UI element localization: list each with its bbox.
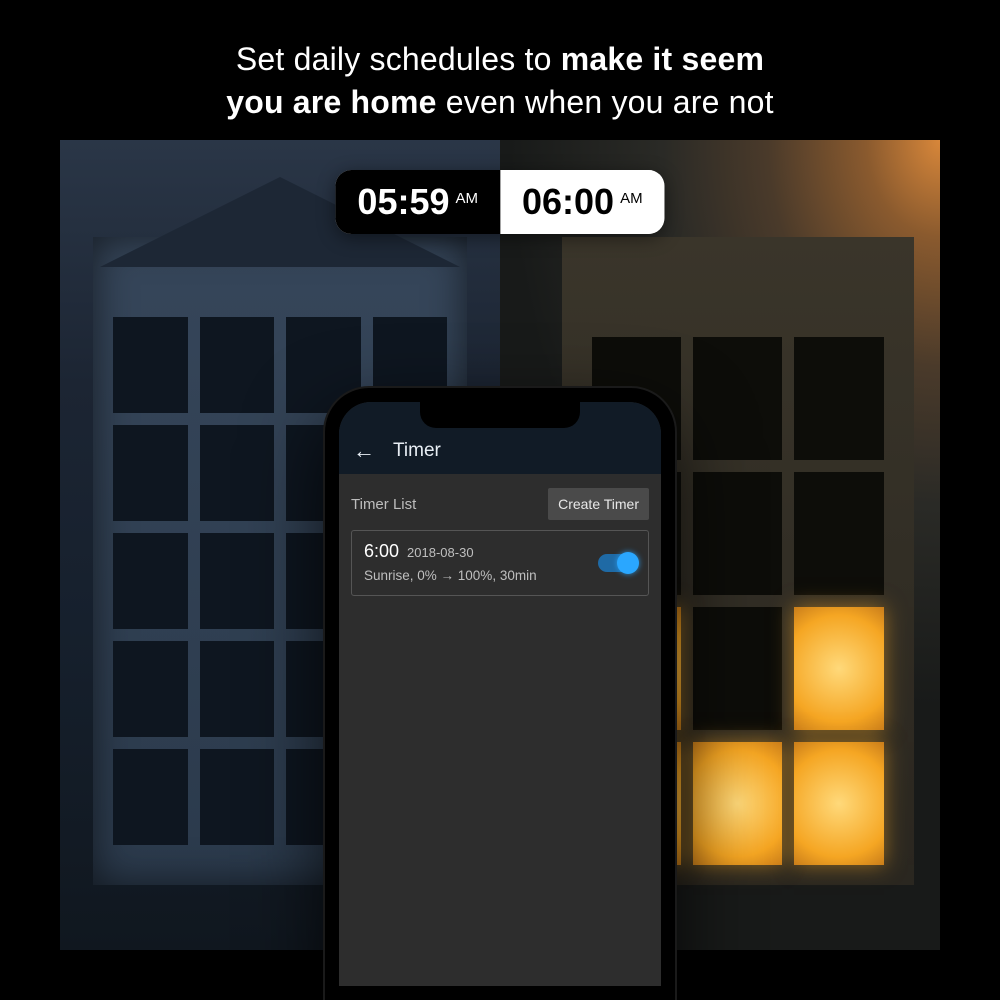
time-after-value: 06:00 bbox=[522, 170, 614, 234]
time-before-value: 05:59 bbox=[357, 170, 449, 234]
timer-enabled-toggle[interactable] bbox=[598, 554, 638, 572]
timer-list-title: Timer List bbox=[351, 496, 416, 513]
headline-bold2: you are home bbox=[226, 84, 436, 120]
app-bar-title: Timer bbox=[393, 440, 441, 462]
time-comparison-pill: 05:59 AM 06:00 AM bbox=[335, 170, 664, 234]
time-before: 05:59 AM bbox=[335, 170, 500, 234]
phone-frame: ← Timer Timer List Create Timer 6:00 201… bbox=[325, 388, 675, 1000]
back-arrow-icon[interactable]: ← bbox=[353, 440, 375, 462]
timer-description: Sunrise, 0% → 100%, 30min bbox=[364, 568, 636, 583]
create-timer-button[interactable]: Create Timer bbox=[548, 488, 649, 520]
timer-time: 6:00 bbox=[364, 541, 399, 562]
time-before-ampm: AM bbox=[456, 170, 479, 231]
headline-part1: Set daily schedules to bbox=[236, 41, 561, 77]
timer-list-header: Timer List Create Timer bbox=[351, 488, 649, 520]
time-after: 06:00 AM bbox=[500, 170, 665, 234]
phone-screen: ← Timer Timer List Create Timer 6:00 201… bbox=[339, 402, 661, 986]
app-content: Timer List Create Timer 6:00 2018-08-30 … bbox=[339, 474, 661, 986]
toggle-knob bbox=[617, 552, 639, 574]
headline-bold1: make it seem bbox=[561, 41, 764, 77]
timer-item[interactable]: 6:00 2018-08-30 Sunrise, 0% → 100%, 30mi… bbox=[351, 530, 649, 596]
phone-notch bbox=[420, 402, 580, 428]
headline-part2: even when you are not bbox=[437, 84, 774, 120]
time-after-ampm: AM bbox=[620, 170, 643, 231]
timer-date: 2018-08-30 bbox=[407, 545, 474, 560]
hero-headline: Set daily schedules to make it seem you … bbox=[0, 38, 1000, 124]
